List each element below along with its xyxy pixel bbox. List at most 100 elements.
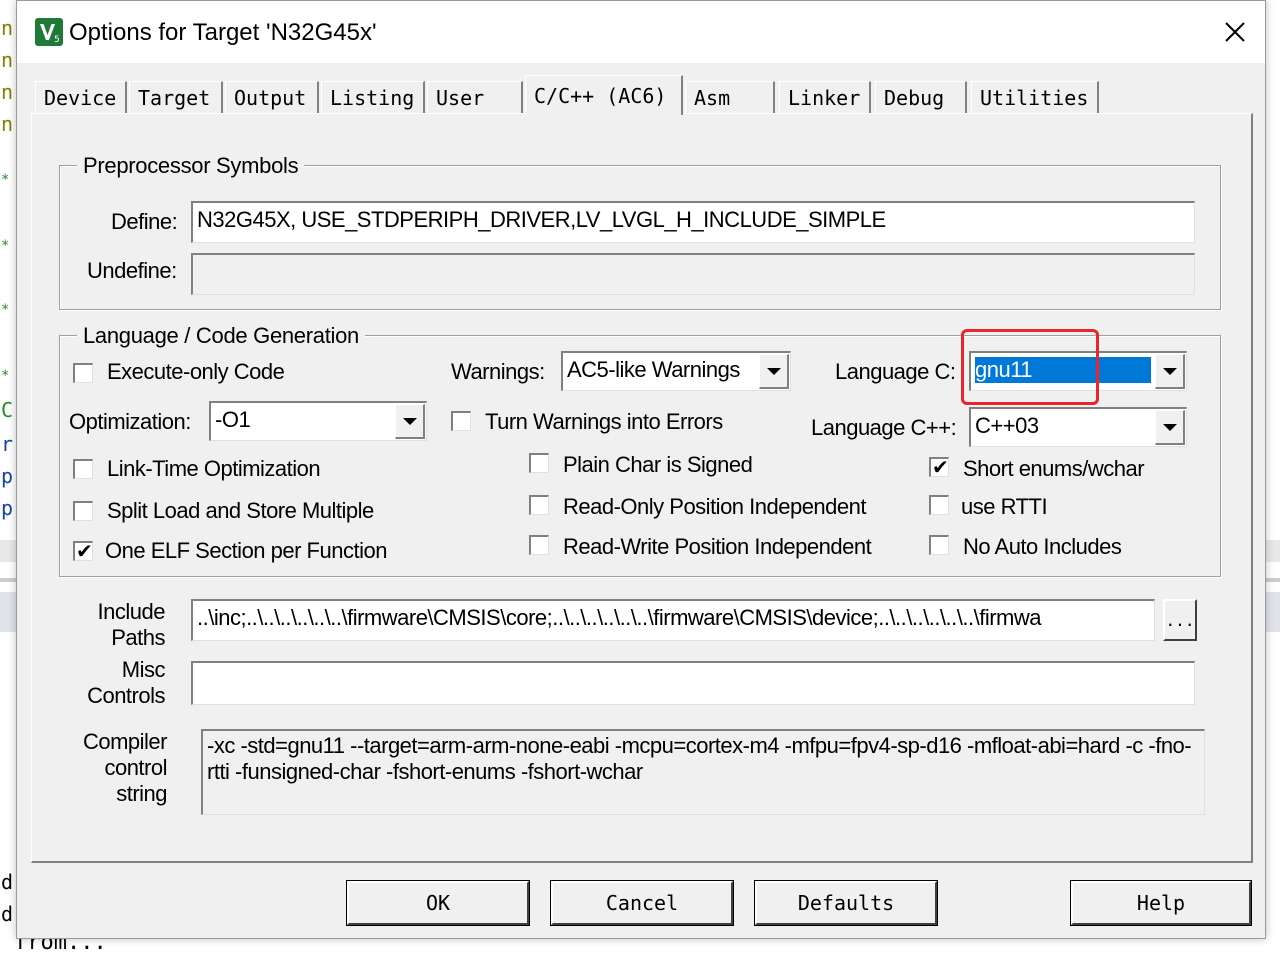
lto-label: Link-Time Optimization xyxy=(107,456,321,481)
define-field[interactable]: N32G45X, USE_STDPERIPH_DRIVER,LV_LVGL_H_… xyxy=(191,201,1195,243)
ro-pi-label: Read-Only Position Independent xyxy=(563,494,867,519)
chevron-down-icon xyxy=(1162,367,1177,375)
gutter-char: * xyxy=(1,172,10,188)
background-gutter: n n n n * * * * C r p p d d xyxy=(0,0,16,954)
language-c-label: Language C: xyxy=(835,359,956,384)
tab-listing[interactable]: Listing xyxy=(321,81,425,113)
one-elf-checkbox[interactable]: ✔ xyxy=(73,539,93,563)
include-paths-label-line1: Include xyxy=(97,599,166,624)
gutter-char: p xyxy=(1,496,14,520)
tab-target[interactable]: Target xyxy=(129,81,223,113)
rtti-label: use RTTI xyxy=(961,494,1048,519)
compiler-string-label-line1: Compiler xyxy=(82,729,168,754)
close-icon xyxy=(1225,22,1245,42)
gutter-char: r xyxy=(1,432,14,456)
tab-device[interactable]: Device xyxy=(35,81,127,113)
compiler-string-field[interactable]: -xc -std=gnu11 --target=arm-arm-none-eab… xyxy=(201,729,1205,815)
optimization-select[interactable]: -O1 xyxy=(209,401,427,441)
optimization-dropdown-button[interactable] xyxy=(395,404,425,439)
annotation-highlight-box xyxy=(961,329,1099,405)
dialog-title: Options for Target 'N32G45x' xyxy=(69,19,377,46)
optimization-label: Optimization: xyxy=(69,409,191,434)
include-paths-browse-button[interactable]: ... xyxy=(1163,599,1197,641)
gutter-char: n xyxy=(1,80,14,104)
gutter-char: d xyxy=(1,870,14,894)
svg-text:5: 5 xyxy=(54,35,60,45)
tab-label: Utilities xyxy=(980,85,1089,110)
split-load-checkbox[interactable] xyxy=(73,501,93,521)
gutter-char: C xyxy=(1,398,14,422)
code-generation-title: Language / Code Generation xyxy=(77,323,365,349)
gutter-char: * xyxy=(1,238,10,254)
warnings-to-errors-checkbox[interactable] xyxy=(451,411,471,431)
tab-utilities[interactable]: Utilities xyxy=(971,81,1099,113)
tab-label: Asm xyxy=(694,85,731,110)
language-c-dropdown-button[interactable] xyxy=(1155,354,1185,389)
language-cpp-select[interactable]: C++03 xyxy=(969,407,1187,447)
undefine-field[interactable] xyxy=(191,253,1195,295)
rw-pi-label: Read-Write Position Independent xyxy=(563,534,872,559)
tab-c-cpp-ac6[interactable]: C/C++ (AC6) xyxy=(525,75,683,115)
tab-label: Debug xyxy=(884,85,945,110)
rtti-checkbox[interactable] xyxy=(929,495,949,515)
define-label: Define: xyxy=(111,209,178,234)
lto-checkbox[interactable] xyxy=(73,459,93,479)
checkmark-icon: ✔ xyxy=(932,455,949,479)
gutter-char: d xyxy=(1,902,14,926)
tab-output[interactable]: Output xyxy=(225,81,319,113)
one-elf-label: One ELF Section per Function xyxy=(105,538,387,563)
tab-label: Linker xyxy=(788,85,861,110)
close-button[interactable] xyxy=(1205,1,1265,63)
preprocessor-symbols-title: Preprocessor Symbols xyxy=(77,153,305,179)
tab-label: User xyxy=(436,85,485,110)
ok-button[interactable]: OK xyxy=(346,880,530,926)
gutter-char: * xyxy=(1,368,10,384)
no-auto-includes-label: No Auto Includes xyxy=(963,534,1122,559)
compiler-string-label-line3: string xyxy=(116,781,167,806)
tab-linker[interactable]: Linker xyxy=(779,81,871,113)
short-enums-checkbox[interactable]: ✔ xyxy=(929,455,949,479)
misc-controls-label-line2: Controls xyxy=(87,683,165,708)
warnings-to-errors-label: Turn Warnings into Errors xyxy=(485,409,723,434)
checkmark-icon: ✔ xyxy=(76,539,93,563)
no-auto-includes-checkbox[interactable] xyxy=(929,535,949,555)
gutter-char: n xyxy=(1,112,14,136)
chevron-down-icon xyxy=(402,417,417,425)
language-cpp-dropdown-button[interactable] xyxy=(1155,410,1185,445)
warnings-dropdown-button[interactable] xyxy=(759,354,789,389)
keil-app-icon: 5 xyxy=(35,18,63,46)
tab-label: Listing xyxy=(330,85,415,110)
short-enums-label: Short enums/wchar xyxy=(963,456,1145,481)
gutter-char: n xyxy=(1,48,14,72)
defaults-button[interactable]: Defaults xyxy=(754,880,938,926)
split-load-label: Split Load and Store Multiple xyxy=(107,498,374,523)
tab-debug[interactable]: Debug xyxy=(875,81,967,113)
rw-pi-checkbox[interactable] xyxy=(529,535,549,555)
tab-label: Output xyxy=(234,85,307,110)
plain-char-checkbox[interactable] xyxy=(529,453,549,473)
misc-controls-field[interactable] xyxy=(191,661,1195,705)
warnings-select[interactable]: AC5-like Warnings xyxy=(561,351,791,391)
gutter-char: n xyxy=(1,16,14,40)
cancel-button[interactable]: Cancel xyxy=(550,880,734,926)
execute-only-checkbox[interactable] xyxy=(73,363,93,383)
help-button[interactable]: Help xyxy=(1070,880,1252,926)
chevron-down-icon xyxy=(1162,423,1177,431)
tab-user[interactable]: User xyxy=(427,81,523,113)
include-paths-field[interactable]: ..\inc;..\..\..\..\..\..\firmware\CMSIS\… xyxy=(191,599,1155,641)
tab-label: Device xyxy=(44,85,117,110)
chevron-down-icon xyxy=(766,367,781,375)
title-bar: 5 Options for Target 'N32G45x' xyxy=(17,1,1265,63)
warnings-value: AC5-like Warnings xyxy=(567,357,740,382)
options-dialog: 5 Options for Target 'N32G45x' Device Ta… xyxy=(16,0,1266,939)
compiler-string-label-line2: control xyxy=(104,755,167,780)
tab-label: C/C++ (AC6) xyxy=(534,83,667,108)
tab-asm[interactable]: Asm xyxy=(685,81,775,113)
include-paths-label-line2: Paths xyxy=(111,625,165,650)
language-cpp-label: Language C++: xyxy=(811,415,957,440)
undefine-label: Undefine: xyxy=(87,258,177,283)
ro-pi-checkbox[interactable] xyxy=(529,495,549,515)
execute-only-label: Execute-only Code xyxy=(107,359,285,384)
language-cpp-value: C++03 xyxy=(975,413,1039,438)
plain-char-label: Plain Char is Signed xyxy=(563,452,753,477)
